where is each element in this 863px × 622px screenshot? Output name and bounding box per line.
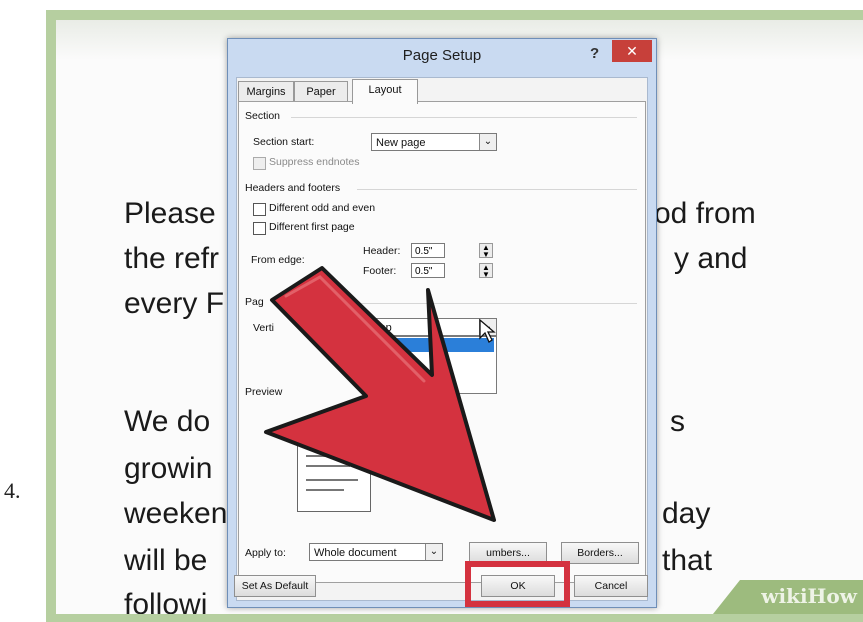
mouse-pointer-icon (479, 318, 496, 343)
red-arrow-icon (264, 266, 496, 522)
